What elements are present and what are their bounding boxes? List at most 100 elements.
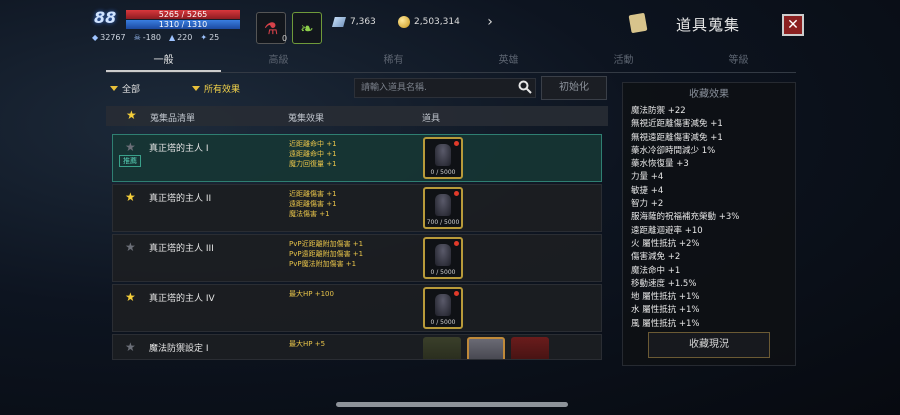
- effect-item: 傷害減免 +2: [631, 252, 681, 263]
- recommend-badge: 推薦: [119, 155, 141, 167]
- potion-count: 0: [282, 34, 288, 43]
- wing-icon: ✦: [200, 33, 208, 42]
- stat-speed: ✦ 25: [200, 33, 220, 42]
- table-header: ★ 蒐集品清單 蒐集效果 道具: [106, 106, 608, 126]
- tab-rare[interactable]: 稀有: [336, 52, 451, 72]
- notification-dot: [454, 191, 459, 196]
- header-effect: 蒐集效果: [288, 114, 325, 124]
- search-input[interactable]: 請輸入道具名稱.: [354, 78, 536, 98]
- reset-button[interactable]: 初始化: [541, 76, 607, 100]
- notification-dot: [454, 291, 459, 296]
- effect-item: 服海薩的祝福補充榮動 +3%: [631, 212, 740, 223]
- item-slot[interactable]: 0 / 5000: [423, 287, 463, 329]
- cloak-icon: [435, 294, 451, 316]
- shield-icon: ◆: [92, 33, 99, 42]
- player-level: 88: [94, 8, 117, 27]
- effect-item: 遠距離迴避率 +10: [631, 225, 703, 236]
- boot-icon: ▲: [168, 33, 176, 42]
- collection-effects: 最大HP +100: [289, 290, 334, 298]
- favorite-star-icon[interactable]: ★: [125, 140, 136, 154]
- effect-item: 力量 +4: [631, 172, 664, 183]
- hp-bar: 5265 / 5265: [126, 10, 240, 19]
- effect-item: 藥水恢復量 +3: [631, 159, 689, 170]
- stat-defense: ◆ 32767: [92, 33, 126, 42]
- skull-icon: ☠: [133, 33, 141, 42]
- armor-icon[interactable]: [423, 337, 461, 359]
- leaf-icon: ❧: [300, 18, 314, 38]
- cloak-icon: [435, 194, 451, 216]
- collection-effects: 最大HP +5: [289, 340, 326, 348]
- tab-event[interactable]: 活動: [566, 52, 681, 72]
- table-row[interactable]: ★ 真正塔的主人 IV 最大HP +100 0 / 5000: [112, 284, 602, 332]
- item-progress: 0 / 5000: [430, 169, 456, 176]
- favorite-star-icon[interactable]: ★: [125, 190, 136, 204]
- leaf-slot[interactable]: ❧: [292, 12, 322, 44]
- stat-karma: ☠ -180: [133, 33, 161, 42]
- item-slot[interactable]: 0 / 5000: [423, 237, 463, 279]
- collection-effects: PvP近距離附加傷害 +1 PvP遠距離附加傷害 +1 PvP魔法附加傷害 +1: [289, 240, 364, 268]
- table-row[interactable]: ★ 真正塔的主人 II 近距離傷害 +1 遠距離傷害 +1 魔法傷害 +1 700 …: [112, 184, 602, 232]
- effect-item: 敏捷 +4: [631, 185, 664, 196]
- collection-effects: 近距離命中 +1 遠距離命中 +1 魔力回復量 +1: [289, 140, 337, 168]
- collection-name: 真正塔的主人 III: [149, 244, 214, 254]
- collection-name: 真正塔的主人 I: [149, 144, 209, 154]
- close-button[interactable]: ✕: [782, 14, 804, 36]
- effect-item: 魔法命中 +1: [631, 265, 681, 276]
- player-stats: ◆ 32767 ☠ -180 ▲ 220 ✦ 25: [92, 33, 219, 42]
- collection-effects: 近距離傷害 +1 遠距離傷害 +1 魔法傷害 +1: [289, 190, 337, 218]
- collection-name: 真正塔的主人 II: [149, 194, 212, 204]
- home-indicator[interactable]: [336, 402, 568, 407]
- item-progress: 0 / 5000: [430, 319, 456, 326]
- favorite-star-icon[interactable]: ★: [125, 340, 136, 354]
- search-icon[interactable]: [518, 80, 532, 94]
- favorite-star-icon[interactable]: ★: [125, 240, 136, 254]
- tab-level[interactable]: 等級: [681, 52, 796, 72]
- item-progress: 0 / 5000: [430, 269, 456, 276]
- panel-title: 收藏效果: [689, 89, 729, 100]
- item-slot[interactable]: 0 / 5000: [423, 137, 463, 179]
- table-row[interactable]: ★ 魔法防禦設定 I 最大HP +5: [112, 334, 602, 360]
- chevron-down-icon: [192, 86, 200, 91]
- effect-item: 火 屬性抵抗 +2%: [631, 238, 700, 249]
- chevron-down-icon: [110, 86, 118, 91]
- page-title: 道具蒐集: [676, 16, 741, 34]
- mp-bar: 1310 / 1310: [126, 20, 240, 29]
- header-list: 蒐集品清單: [150, 114, 196, 124]
- rarity-tabs: 一般 高級 稀有 英雄 活動 等級: [106, 52, 796, 72]
- effect-item: 地 屬性抵抗 +1%: [631, 292, 700, 303]
- effect-list: 魔法防禦 +22 無視近距離傷害減免 +1 無視遠距離傷害減免 +1 藥水冷卻時…: [631, 105, 739, 331]
- tab-advanced[interactable]: 高級: [221, 52, 336, 72]
- tab-hero[interactable]: 英雄: [451, 52, 566, 72]
- star-icon: ★: [126, 108, 137, 122]
- item-slot[interactable]: 700 / 5000: [423, 187, 463, 229]
- diamond-icon: [332, 17, 346, 27]
- effect-item: 無視近距離傷害減免 +1: [631, 119, 723, 130]
- effect-item: 無視遠距離傷害減免 +1: [631, 132, 723, 143]
- effect-item: 魔法防禦 +22: [631, 106, 686, 116]
- effect-item: 移動速度 +1.5%: [631, 278, 697, 289]
- effect-item: 水 屬性抵抗 +1%: [631, 305, 700, 316]
- collection-status-button[interactable]: 收藏現況: [648, 332, 770, 358]
- table-row[interactable]: ★ 真正塔的主人 I 推薦 近距離命中 +1 遠距離命中 +1 魔力回復量 +1 0…: [112, 134, 602, 182]
- category-dropdown[interactable]: 全部: [110, 82, 140, 95]
- chevron-right-icon[interactable]: ›: [482, 12, 498, 32]
- header-item: 道具: [422, 114, 441, 124]
- cloak-icon: [435, 244, 451, 266]
- gold-coin-icon: [398, 16, 410, 28]
- favorite-star-icon[interactable]: ★: [125, 290, 136, 304]
- tabs-divider: [106, 72, 796, 73]
- collection-effects-panel: 收藏效果 魔法防禦 +22 無視近距離傷害減免 +1 無視遠距離傷害減免 +1 …: [622, 82, 796, 366]
- notification-dot: [454, 241, 459, 246]
- book-icon: [628, 12, 648, 34]
- helmet-icon[interactable]: [467, 337, 505, 359]
- stat-weight: ▲ 220: [168, 33, 193, 42]
- potion-icon: ⚗: [263, 18, 279, 38]
- effect-item: 藥水冷卻時間減少 1%: [631, 145, 716, 156]
- tab-normal[interactable]: 一般: [106, 52, 221, 72]
- collection-name: 魔法防禦設定 I: [149, 344, 209, 354]
- effect-dropdown[interactable]: 所有效果: [192, 82, 240, 95]
- collection-name: 真正塔的主人 IV: [149, 294, 215, 304]
- item-progress: 700 / 5000: [426, 219, 460, 226]
- robe-icon[interactable]: [511, 337, 549, 359]
- table-row[interactable]: ★ 真正塔的主人 III PvP近距離附加傷害 +1 PvP遠距離附加傷害 +1 P…: [112, 234, 602, 282]
